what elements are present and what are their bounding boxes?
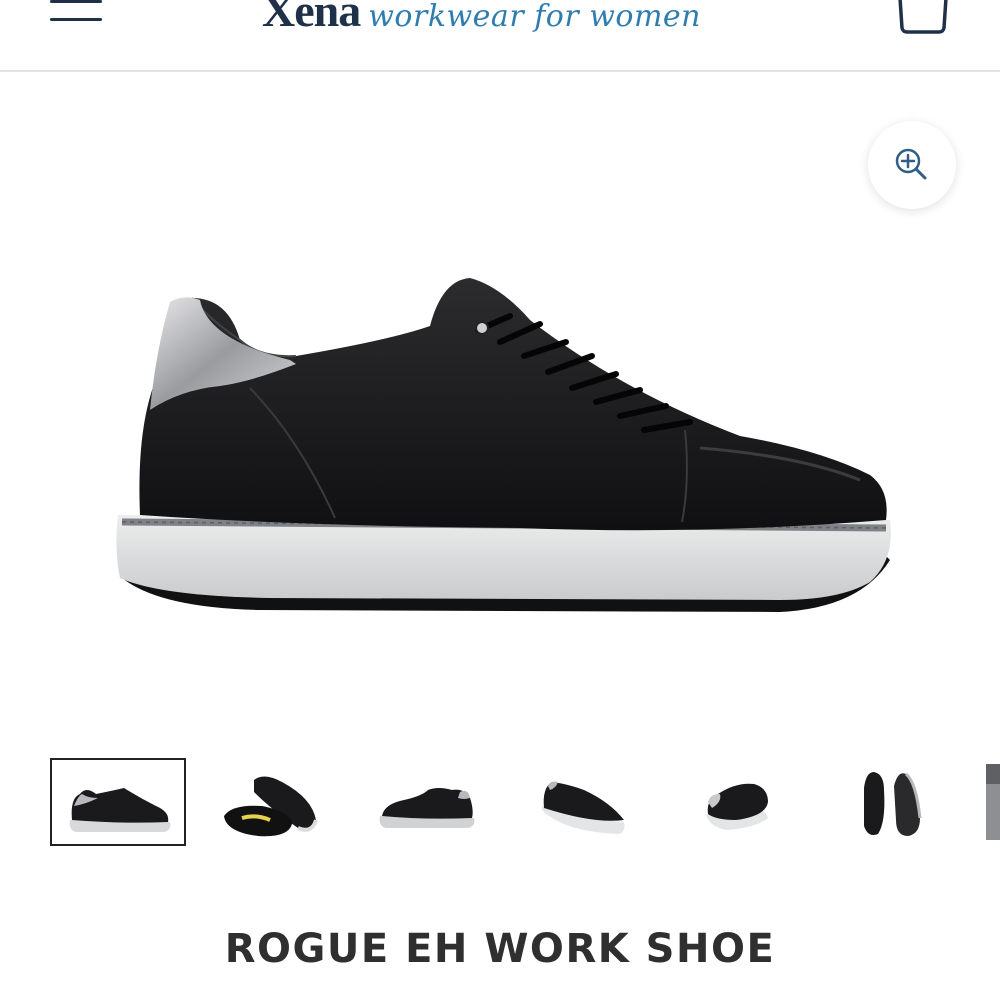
product-title: ROGUE EH WORK SHOE <box>224 926 776 972</box>
thumbnail-1[interactable] <box>50 758 186 846</box>
thumbnail-strip <box>0 758 1000 848</box>
thumbnail-4[interactable] <box>534 758 670 846</box>
site-header: Xena workwear for women <box>0 0 1000 72</box>
thumbnail-7[interactable] <box>984 758 1000 846</box>
thumbnail-5[interactable] <box>696 758 832 846</box>
thumbnail-2[interactable] <box>212 758 348 846</box>
thumbnail-3[interactable] <box>374 758 510 846</box>
brand-logo[interactable]: Xena workwear for women <box>262 0 701 44</box>
brand-tagline: workwear for women <box>368 0 701 34</box>
zoom-in-icon <box>895 148 927 180</box>
product-main-image[interactable] <box>100 260 910 640</box>
hamburger-menu-icon[interactable] <box>48 0 106 26</box>
thumbnail-6[interactable] <box>858 758 994 846</box>
zoom-in-button[interactable] <box>868 121 956 209</box>
brand-name: Xena <box>262 0 361 36</box>
shopping-bag-icon[interactable] <box>892 0 954 38</box>
